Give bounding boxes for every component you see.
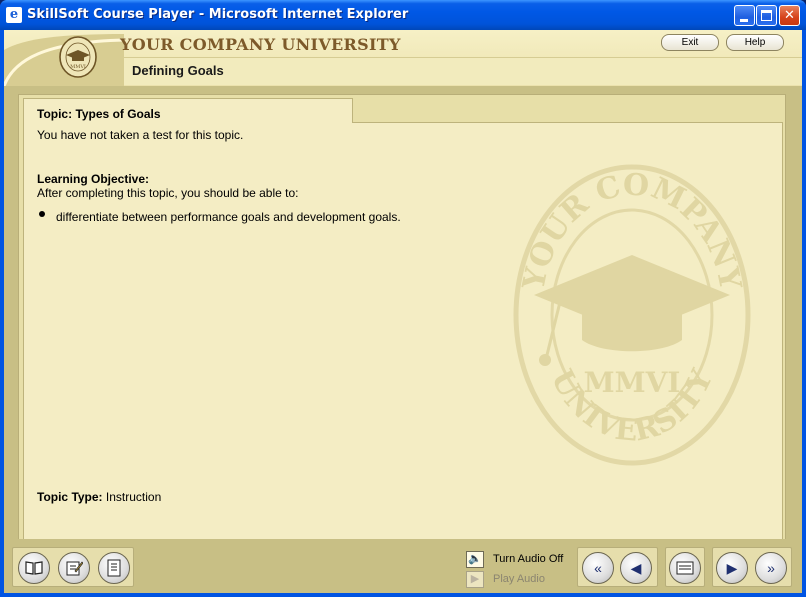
notepad-icon: [66, 561, 84, 576]
menu-icon: [676, 561, 694, 575]
course-title: Defining Goals: [132, 63, 224, 78]
minimize-button[interactable]: [734, 5, 755, 26]
university-logo: MMVI: [59, 36, 97, 78]
forward-button[interactable]: ▶: [716, 552, 748, 584]
objective-item: differentiate between performance goals …: [56, 210, 401, 224]
browser-window: e SkillSoft Course Player - Microsoft In…: [0, 0, 806, 597]
book-button[interactable]: [18, 552, 50, 584]
course-header: MMVI YOUR COMPANY UNIVERSITY Defining Go…: [4, 30, 802, 86]
back-button[interactable]: ◀: [620, 552, 652, 584]
forward-group: ▶ »: [712, 547, 792, 587]
menu-group: [665, 547, 705, 587]
fast-forward-icon: »: [767, 560, 775, 576]
topic-type: Topic Type: Instruction: [37, 490, 161, 504]
book-icon: [25, 561, 43, 575]
minimize-icon: [740, 19, 748, 22]
topic-title: Topic: Types of Goals: [37, 107, 161, 121]
svg-text:MMVI: MMVI: [70, 64, 86, 70]
notepad-button[interactable]: [58, 552, 90, 584]
rewind-icon: «: [594, 560, 602, 576]
title-bar[interactable]: e SkillSoft Course Player - Microsoft In…: [0, 0, 806, 30]
university-watermark: YOUR COMPANY UNIVERSITY MMVI: [513, 164, 751, 466]
topic-type-value: Instruction: [105, 490, 162, 504]
close-button[interactable]: ✕: [779, 5, 800, 26]
company-name: YOUR COMPANY UNIVERSITY: [120, 35, 401, 54]
rewind-button[interactable]: «: [582, 552, 614, 584]
fast-forward-button[interactable]: »: [755, 552, 787, 584]
learning-objective-intro: After completing this topic, you should …: [37, 186, 299, 200]
speaker-icon[interactable]: 🔈: [466, 551, 484, 568]
document-icon: [107, 559, 121, 577]
course-player: MMVI YOUR COMPANY UNIVERSITY Defining Go…: [4, 30, 802, 593]
window-title: SkillSoft Course Player - Microsoft Inte…: [27, 7, 409, 22]
player-toolbar: 🔈 Turn Audio Off ▶ Play Audio « ◀ ▶ »: [4, 539, 802, 593]
svg-text:MMVI: MMVI: [584, 366, 681, 399]
header-title-strip: [124, 57, 802, 85]
learning-objective-heading: Learning Objective:: [37, 172, 150, 186]
forward-icon: ▶: [726, 560, 738, 576]
test-status-text: You have not taken a test for this topic…: [37, 128, 244, 142]
tools-group: [12, 547, 134, 587]
help-button[interactable]: Help: [726, 34, 784, 51]
play-audio-label: Play Audio: [493, 573, 545, 585]
document-button[interactable]: [98, 552, 130, 584]
turn-audio-off-label[interactable]: Turn Audio Off: [493, 553, 563, 565]
maximize-button[interactable]: [756, 5, 777, 26]
close-icon: ✕: [784, 8, 795, 23]
play-icon: ▶: [466, 571, 484, 588]
bullet-icon: [39, 211, 45, 217]
back-icon: ◀: [630, 560, 642, 576]
topic-type-label: Topic Type:: [37, 490, 103, 504]
exit-button[interactable]: Exit: [661, 34, 719, 51]
menu-button[interactable]: [669, 552, 701, 584]
maximize-icon: [761, 10, 772, 21]
rewind-group: « ◀: [577, 547, 658, 587]
ie-icon: e: [6, 7, 22, 23]
